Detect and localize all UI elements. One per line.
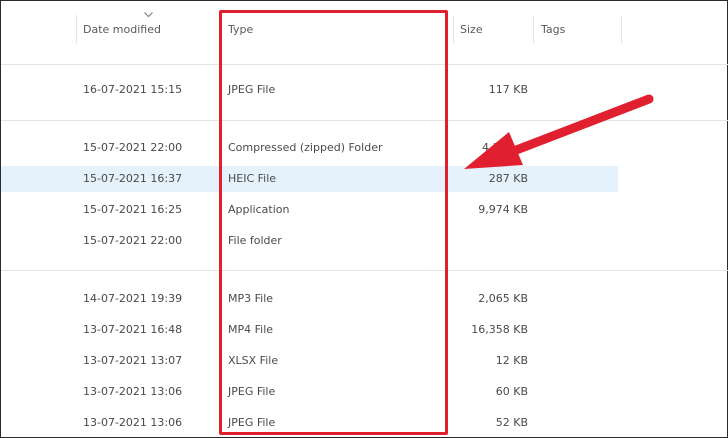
chevron-down-icon [144, 12, 153, 18]
type-column-highlight-box [219, 10, 448, 435]
date-modified-cell: 13-07-2021 13:07 [83, 354, 183, 367]
size-cell: 287 KB [488, 172, 528, 185]
column-separator[interactable] [621, 15, 622, 43]
date-modified-cell: 16-07-2021 15:15 [83, 83, 183, 96]
column-separator[interactable] [453, 15, 454, 43]
date-modified-cell: 15-07-2021 16:37 [83, 172, 183, 185]
date-modified-cell: 13-07-2021 13:06 [83, 385, 183, 398]
date-modified-cell: 15-07-2021 22:00 [83, 141, 183, 154]
size-cell: 2,065 KB [478, 292, 528, 305]
size-cell: 16,358 KB [471, 323, 528, 336]
date-modified-cell: 15-07-2021 22:00 [83, 234, 183, 247]
date-modified-cell: 15-07-2021 16:25 [83, 203, 183, 216]
column-separator[interactable] [533, 15, 534, 43]
size-cell: 4,1 [482, 141, 500, 154]
column-header-date-modified[interactable]: Date modified [83, 23, 161, 36]
date-modified-cell: 13-07-2021 13:06 [83, 416, 183, 429]
explorer-window: Date modified Type Size Tags 16-07-2021 … [0, 0, 728, 438]
size-cell: 60 KB [495, 385, 528, 398]
column-header-tags[interactable]: Tags [541, 23, 565, 36]
size-cell: 52 KB [495, 416, 528, 429]
column-separator[interactable] [76, 15, 77, 43]
size-cell: 9,974 KB [478, 203, 528, 216]
date-modified-cell: 13-07-2021 16:48 [83, 323, 183, 336]
size-cell: 12 KB [495, 354, 528, 367]
column-header-size[interactable]: Size [460, 23, 483, 36]
size-cell: 117 KB [488, 83, 528, 96]
date-modified-cell: 14-07-2021 19:39 [83, 292, 183, 305]
